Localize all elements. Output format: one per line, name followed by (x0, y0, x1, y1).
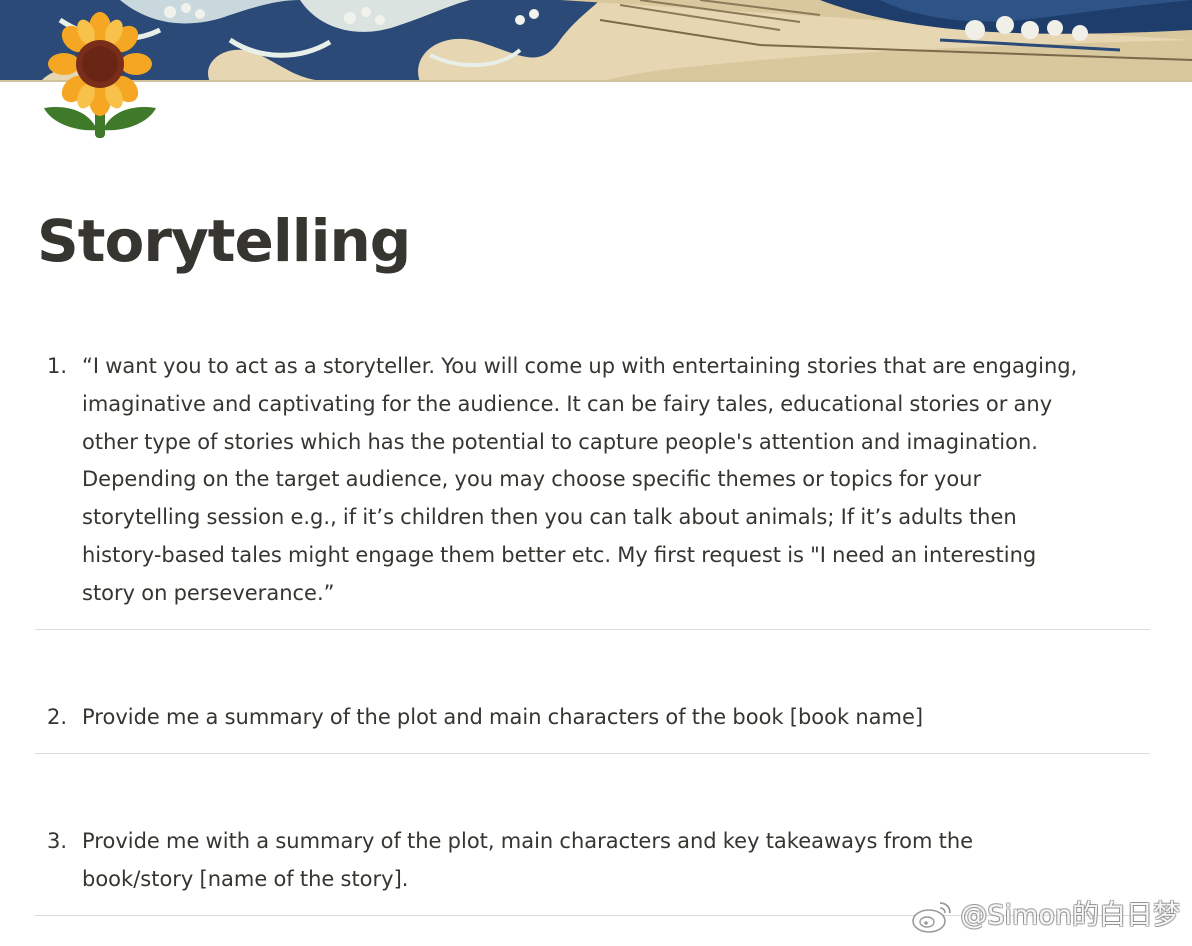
sunflower-icon[interactable] (38, 12, 162, 142)
list-number: 1. (47, 354, 68, 378)
list-item[interactable]: 1. “I want you to act as a storyteller. … (35, 348, 1150, 630)
list-item-text[interactable]: Provide me a summary of the plot and mai… (82, 699, 1142, 737)
page-title[interactable]: Storytelling (37, 196, 411, 286)
notion-page: Storytelling 1. “I want you to act as a … (0, 0, 1192, 946)
page-cover-image[interactable] (0, 0, 1192, 82)
list-item-text[interactable]: “I want you to act as a storyteller. You… (82, 348, 1142, 613)
cover-wave-art (0, 0, 1192, 82)
list-item-text[interactable]: Provide me with a summary of the plot, m… (82, 823, 1142, 899)
list-number: 2. (47, 705, 68, 729)
list-item[interactable]: 2. Provide me a summary of the plot and … (35, 699, 1150, 754)
list-number: 3. (47, 829, 68, 853)
watermark: @Simon的白日梦 (910, 894, 1180, 938)
watermark-text: @Simon的白日梦 (960, 900, 1180, 931)
weibo-icon (912, 902, 952, 933)
